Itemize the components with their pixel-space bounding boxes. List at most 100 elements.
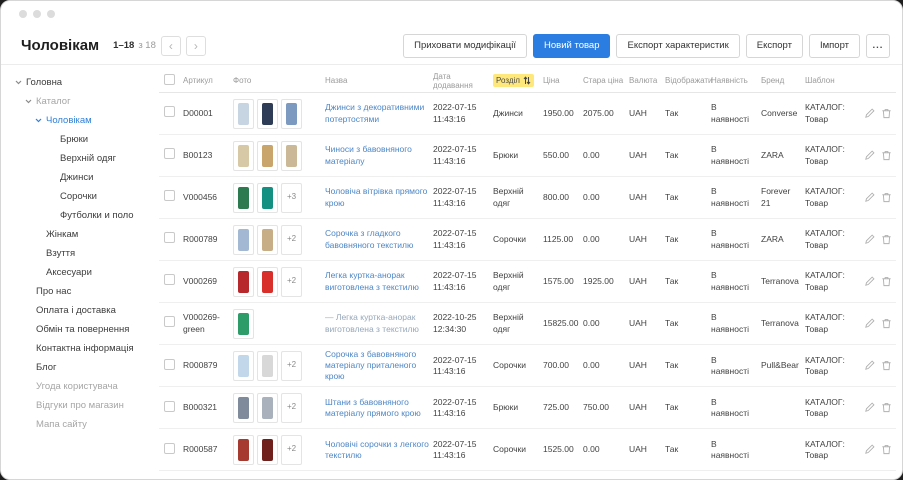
delete-icon[interactable] — [881, 276, 892, 287]
sidebar-item[interactable]: Верхній одяг — [1, 149, 151, 168]
chevron-down-icon[interactable] — [25, 99, 32, 104]
row-checkbox[interactable] — [164, 190, 175, 201]
more-photos-badge[interactable]: +2 — [281, 267, 302, 297]
edit-icon[interactable] — [864, 150, 875, 161]
product-photo[interactable] — [233, 267, 254, 297]
product-photo[interactable] — [233, 225, 254, 255]
product-photo[interactable] — [233, 183, 254, 213]
delete-icon[interactable] — [881, 318, 892, 329]
new-product-button[interactable]: Новий товар — [533, 34, 610, 58]
edit-icon[interactable] — [864, 192, 875, 203]
more-photos-badge[interactable]: +2 — [281, 225, 302, 255]
product-photo[interactable] — [233, 435, 254, 465]
sidebar-item[interactable]: Відгуки про магазин — [1, 396, 151, 415]
chevron-down-icon[interactable] — [35, 118, 42, 123]
more-actions-button[interactable]: ... — [866, 34, 890, 58]
product-photo[interactable] — [257, 183, 278, 213]
pagination-prev-button[interactable]: ‹ — [161, 36, 181, 56]
sidebar-item[interactable]: Блог — [1, 358, 151, 377]
sidebar-item[interactable]: Мапа сайту — [1, 415, 151, 434]
product-name-link[interactable]: Штани з бавовняного матеріалу прямого кр… — [325, 397, 429, 419]
column-header-name[interactable]: Назва — [325, 76, 433, 85]
column-header-template[interactable]: Шаблон — [805, 76, 863, 85]
more-photos-badge[interactable]: +2 — [281, 351, 302, 381]
product-name-link[interactable]: Сорочка з гладкого бавовняного текстилю — [325, 228, 429, 250]
product-name-link[interactable]: Чоловічі сорочки з легкого текстилю — [325, 439, 429, 461]
more-photos-badge[interactable]: +2 — [281, 435, 302, 465]
edit-icon[interactable] — [864, 276, 875, 287]
sidebar-item[interactable]: Контактна інформація — [1, 339, 151, 358]
column-header-brand[interactable]: Бренд — [761, 76, 805, 85]
export-characteristics-button[interactable]: Експорт характеристик — [616, 34, 739, 58]
column-header-price[interactable]: Ціна — [543, 76, 583, 85]
window-minimize-button[interactable] — [33, 10, 41, 18]
row-checkbox[interactable] — [164, 106, 175, 117]
product-photo[interactable] — [233, 99, 254, 129]
row-checkbox[interactable] — [164, 359, 175, 370]
sidebar-item[interactable]: Про нас — [1, 282, 151, 301]
product-photo[interactable] — [233, 351, 254, 381]
row-checkbox[interactable] — [164, 443, 175, 454]
sidebar-item[interactable]: Сорочки — [1, 187, 151, 206]
product-photo[interactable] — [257, 435, 278, 465]
edit-icon[interactable] — [864, 402, 875, 413]
edit-icon[interactable] — [864, 108, 875, 119]
column-header-date[interactable]: Дата додавання — [433, 72, 493, 90]
pagination-next-button[interactable]: › — [186, 36, 206, 56]
column-header-display[interactable]: Відображати — [665, 76, 711, 85]
sidebar-item[interactable]: Обмін та повернення — [1, 320, 151, 339]
column-header-currency[interactable]: Валюта — [629, 76, 665, 85]
product-photo[interactable] — [257, 267, 278, 297]
chevron-down-icon[interactable] — [15, 80, 22, 85]
column-header-section[interactable]: Розділ — [493, 74, 543, 87]
sidebar-item[interactable]: Аксесуари — [1, 263, 151, 282]
section-sort-pill[interactable]: Розділ — [493, 74, 534, 87]
row-checkbox[interactable] — [164, 148, 175, 159]
edit-icon[interactable] — [864, 318, 875, 329]
delete-icon[interactable] — [881, 234, 892, 245]
product-name-link[interactable]: Сорочка з бавовняного матеріалу притален… — [325, 349, 429, 382]
row-checkbox[interactable] — [164, 274, 175, 285]
sidebar-item[interactable]: Оплата і доставка — [1, 301, 151, 320]
column-header-availability[interactable]: Наявність — [711, 76, 761, 85]
edit-icon[interactable] — [864, 444, 875, 455]
edit-icon[interactable] — [864, 234, 875, 245]
delete-icon[interactable] — [881, 360, 892, 371]
sidebar-item[interactable]: Чоловікам — [1, 111, 151, 130]
edit-icon[interactable] — [864, 360, 875, 371]
column-header-photo[interactable]: Фото — [233, 76, 325, 85]
product-name-link[interactable]: Легка куртка-анорак виготовлена з тексти… — [325, 270, 429, 292]
sidebar-item[interactable]: Футболки и поло — [1, 206, 151, 225]
product-name-link[interactable]: — Легка куртка-анорак виготовлена з текс… — [325, 312, 429, 334]
more-photos-badge[interactable]: +2 — [281, 393, 302, 423]
sidebar-item[interactable]: Джинси — [1, 168, 151, 187]
select-all-checkbox[interactable] — [164, 74, 175, 85]
product-photo[interactable] — [281, 99, 302, 129]
import-button[interactable]: Імпорт — [809, 34, 860, 58]
window-maximize-button[interactable] — [47, 10, 55, 18]
product-name-link[interactable]: Джинси з декоративними потертостями — [325, 102, 429, 124]
row-checkbox[interactable] — [164, 232, 175, 243]
more-photos-badge[interactable]: +3 — [281, 183, 302, 213]
window-close-button[interactable] — [19, 10, 27, 18]
delete-icon[interactable] — [881, 108, 892, 119]
sidebar-item[interactable]: Угода користувача — [1, 377, 151, 396]
delete-icon[interactable] — [881, 192, 892, 203]
product-name-link[interactable]: Чиноси з бавовняного матеріалу — [325, 144, 429, 166]
product-photo[interactable] — [257, 141, 278, 171]
delete-icon[interactable] — [881, 402, 892, 413]
product-photo[interactable] — [257, 225, 278, 255]
column-header-old-price[interactable]: Стара ціна — [583, 76, 629, 85]
product-photo[interactable] — [257, 351, 278, 381]
product-photo[interactable] — [257, 393, 278, 423]
sidebar-item[interactable]: Головна — [1, 73, 151, 92]
product-name-link[interactable]: Чоловіча вітрівка прямого крою — [325, 186, 429, 208]
row-checkbox[interactable] — [164, 401, 175, 412]
row-checkbox[interactable] — [164, 316, 175, 327]
column-header-sku[interactable]: Артикул — [183, 76, 233, 85]
sidebar-item[interactable]: Брюки — [1, 130, 151, 149]
product-photo[interactable] — [281, 141, 302, 171]
export-button[interactable]: Експорт — [746, 34, 803, 58]
hide-modifications-button[interactable]: Приховати модифікації — [403, 34, 527, 58]
delete-icon[interactable] — [881, 444, 892, 455]
